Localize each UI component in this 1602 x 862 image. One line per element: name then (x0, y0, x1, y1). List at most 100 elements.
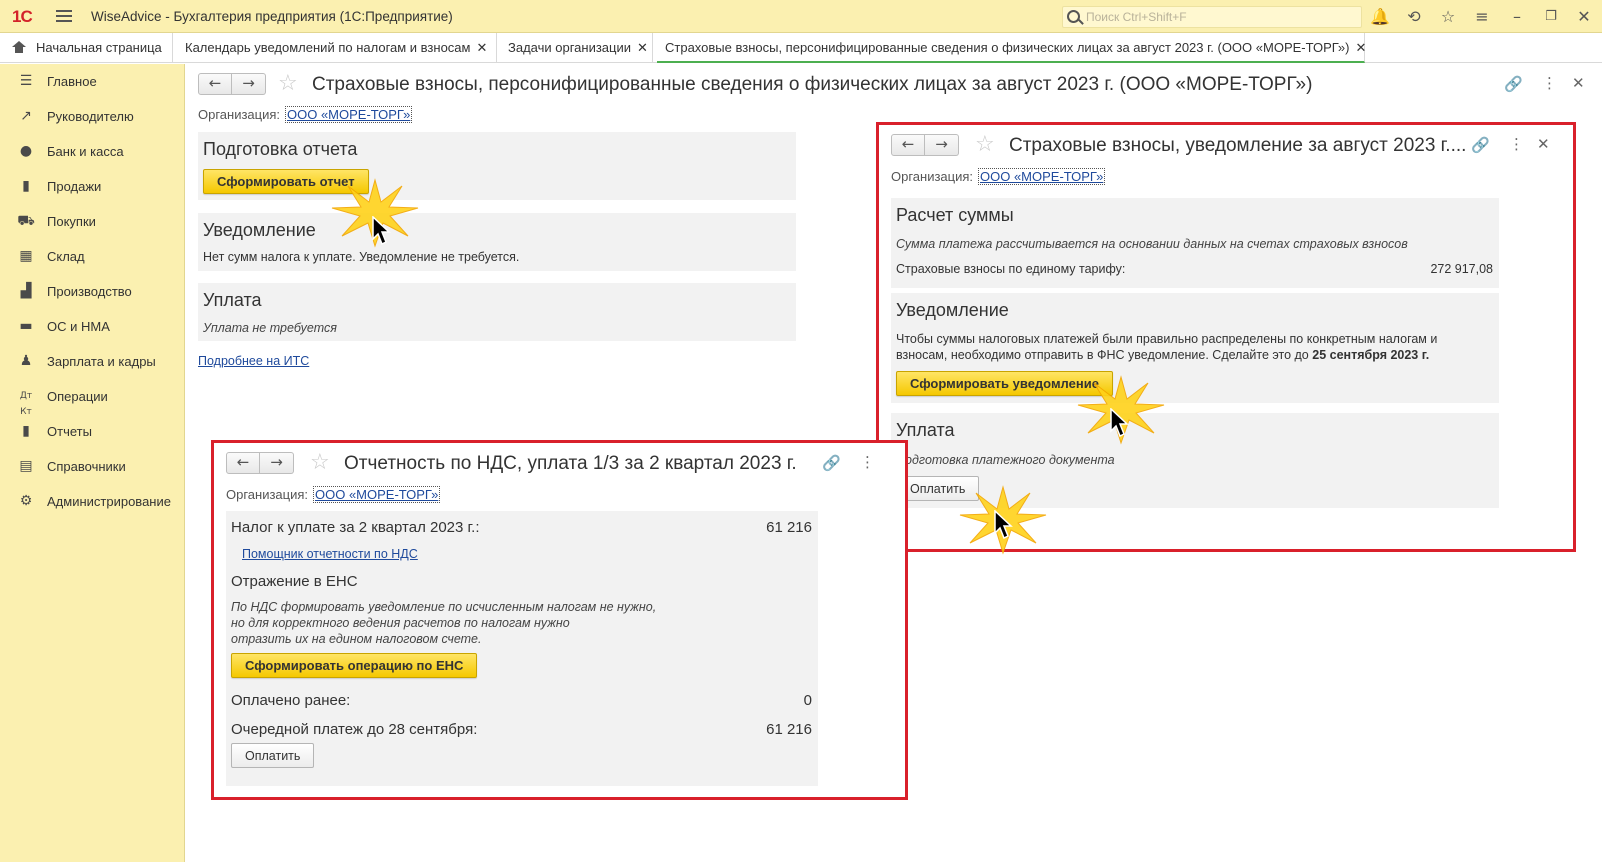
sidebar-item-admin[interactable]: ⚙ Администрирование (0, 486, 185, 516)
back-arrow-icon[interactable]: ← (226, 452, 260, 474)
notice-text: Нет сумм налога к уплате. Уведомление не… (203, 250, 520, 264)
app-logo[interactable]: 1С (12, 7, 33, 27)
vat-details-group: Налог к уплате за 2 квартал 2023 г.: 61 … (226, 511, 818, 786)
tax-due-value: 61 216 (766, 519, 812, 536)
forward-arrow-icon[interactable]: → (260, 452, 294, 474)
popup-title: Отчетность по НДС, уплата 1/3 за 2 кварт… (344, 453, 797, 474)
forward-arrow-icon[interactable]: → (232, 73, 266, 95)
favorite-star-icon[interactable]: ☆ (278, 73, 298, 95)
page-title: Страховые взносы, персонифицированные св… (312, 74, 1313, 95)
tab-tax-calendar[interactable]: Календарь уведомлений по налогам и взнос… (177, 33, 497, 63)
sidebar-item-sales[interactable]: ▮ Продажи (0, 171, 185, 201)
truck-icon: ▬ (19, 318, 33, 334)
title-bar: 1С WiseAdvice - Бухгалтерия предприятия … (0, 0, 1602, 33)
tab-label: Начальная страница (36, 40, 162, 55)
sidebar-item-label: Склад (47, 249, 85, 264)
sidebar-item-assets[interactable]: ▬ ОС и НМА (0, 311, 185, 341)
close-icon[interactable]: ✕ (1355, 41, 1366, 56)
close-icon[interactable]: ✕ (637, 41, 648, 56)
group-title: Уплата (203, 290, 262, 310)
ens-title: Отражение в ЕНС (231, 573, 358, 590)
close-window-icon[interactable]: ✕ (1574, 7, 1594, 27)
favorite-star-icon[interactable]: ☆ (310, 452, 330, 474)
chart-trend-icon: ↗ (20, 108, 32, 124)
close-icon[interactable]: ✕ (1572, 74, 1585, 92)
favorites-star-icon[interactable]: ☆ (1438, 7, 1458, 27)
forward-arrow-icon[interactable]: → (925, 134, 959, 156)
history-icon[interactable]: ⟲ (1404, 7, 1424, 27)
vat-report-popup: ← → ☆ Отчетность по НДС, уплата 1/3 за 2… (211, 440, 908, 800)
sidebar-item-label: Продажи (47, 179, 102, 194)
tab-home[interactable]: Начальная страница (0, 33, 173, 63)
dt-kt-icon: Дт Кт (19, 391, 33, 417)
link-icon[interactable]: 🔗 (1471, 136, 1490, 154)
sidebar-item-label: Справочники (47, 459, 126, 474)
sidebar-item-production[interactable]: ▟ Производство (0, 276, 185, 306)
pay-button[interactable]: Оплатить (231, 743, 315, 768)
tab-insurance-report[interactable]: Страховые взносы, персонифицированные св… (657, 33, 1366, 63)
sidebar-item-directories[interactable]: ▤ Справочники (0, 451, 185, 481)
warehouse-icon: ▦ (19, 248, 33, 264)
person-icon: ♟ (19, 353, 33, 369)
vat-helper-link[interactable]: Помощник отчетности по НДС (242, 547, 418, 561)
search-icon (1067, 10, 1080, 23)
mouse-cursor-icon (372, 216, 391, 246)
sidebar-item-main[interactable]: ☰ Главное (0, 66, 185, 96)
search-input[interactable]: Поиск Ctrl+Shift+F (1062, 6, 1362, 28)
ens-operation-button[interactable]: Сформировать операцию по ЕНС (231, 653, 478, 678)
its-details-link[interactable]: Подробнее на ИТС (198, 354, 309, 368)
sidebar: ☰ Главное ↗ Руководителю ● Банк и касса ▮ Пр… (0, 64, 185, 862)
tab-org-tasks[interactable]: Задачи организации ✕ (500, 33, 653, 63)
minimize-icon[interactable]: – (1507, 7, 1527, 27)
bell-icon[interactable]: 🔔 (1370, 7, 1390, 27)
close-icon[interactable]: ✕ (1537, 135, 1550, 153)
main-menu-icon[interactable] (56, 10, 72, 22)
gear-icon: ⚙ (19, 493, 33, 509)
more-actions-icon[interactable]: ⋮ (1509, 135, 1524, 153)
unified-tariff-value: 272 917,08 (1430, 262, 1493, 276)
calc-group: Расчет суммы Сумма платежа рассчитываетс… (891, 198, 1499, 288)
menu-icon: ☰ (19, 73, 33, 89)
sidebar-item-operations[interactable]: Дт Кт Операции (0, 381, 185, 417)
history-nav: ← → (198, 73, 266, 95)
ens-text-line3: отразить их на едином налоговом счете. (231, 632, 482, 646)
org-link[interactable]: ООО «МОРЕ-ТОРГ» (285, 106, 413, 123)
history-nav: ← → (226, 452, 294, 474)
popup-title: Страховые взносы, уведомление за август … (1009, 135, 1467, 156)
link-icon[interactable]: 🔗 (1504, 75, 1523, 93)
payment-group: Уплата Уплата не требуется (198, 283, 796, 341)
sidebar-item-label: Главное (47, 74, 97, 89)
sidebar-item-label: Отчеты (47, 424, 92, 439)
more-actions-icon[interactable]: ⋮ (1542, 74, 1557, 92)
bag-icon: ▮ (22, 178, 30, 194)
sidebar-item-director[interactable]: ↗ Руководителю (0, 101, 185, 131)
sidebar-item-purchases[interactable]: ⛟ Покупки (0, 206, 185, 236)
sidebar-item-label: Администрирование (47, 494, 171, 509)
group-title: Уведомление (203, 220, 316, 240)
sidebar-item-label: Зарплата и кадры (47, 354, 156, 369)
org-link[interactable]: ООО «МОРЕ-ТОРГ» (313, 486, 441, 503)
payment-text: Уплата не требуется (203, 321, 337, 335)
factory-icon: ▟ (20, 283, 32, 299)
favorite-star-icon[interactable]: ☆ (975, 134, 995, 156)
link-icon[interactable]: 🔗 (822, 454, 841, 472)
back-arrow-icon[interactable]: ← (891, 134, 925, 156)
sidebar-item-label: Руководителю (47, 109, 134, 124)
org-link[interactable]: ООО «МОРЕ-ТОРГ» (978, 168, 1106, 185)
paid-earlier-label: Оплачено ранее: (231, 692, 351, 709)
sidebar-item-reports[interactable]: ▮ Отчеты (0, 416, 185, 446)
close-icon[interactable]: ✕ (476, 41, 487, 56)
sidebar-item-bank[interactable]: ● Банк и касса (0, 136, 185, 166)
sidebar-item-label: ОС и НМА (47, 319, 110, 334)
sidebar-item-label: Производство (47, 284, 132, 299)
settings-menu-icon[interactable]: ≡ (1472, 7, 1492, 27)
org-label: Организация: (198, 107, 281, 122)
sidebar-item-salary[interactable]: ♟ Зарплата и кадры (0, 346, 185, 376)
mouse-cursor-icon (994, 510, 1013, 540)
prepare-group: Подготовка отчета Сформировать отчет (198, 132, 796, 200)
payment-text: Подготовка платежного документа (896, 453, 1115, 467)
sidebar-item-warehouse[interactable]: ▦ Склад (0, 241, 185, 271)
restore-icon[interactable]: ❐ (1541, 7, 1561, 27)
back-arrow-icon[interactable]: ← (198, 73, 232, 95)
more-actions-icon[interactable]: ⋮ (860, 453, 875, 471)
